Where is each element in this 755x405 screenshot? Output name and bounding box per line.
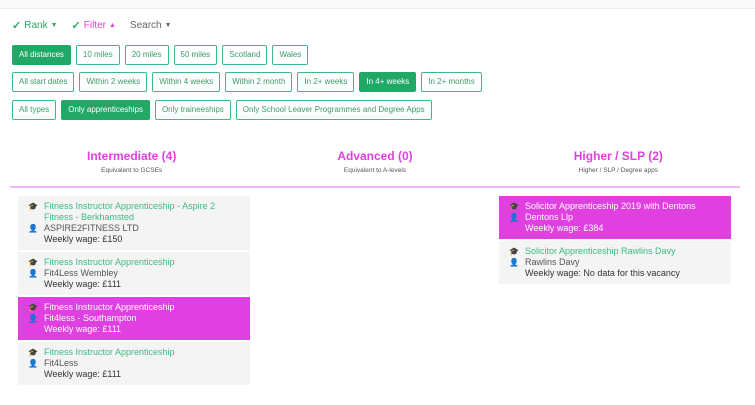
person-icon: 👤 <box>28 224 38 233</box>
column-header-intermediate: Intermediate (4) Equivalent to GCSEs <box>10 148 253 190</box>
column-subtitle: Higher / SLP / Degree apps <box>578 167 658 174</box>
vacancy-company: Fit4Less <box>44 358 79 368</box>
person-icon: 👤 <box>28 359 38 368</box>
column-title: Higher / SLP (2) <box>573 149 663 163</box>
column-subtitle: Equivalent to A-levels <box>343 167 407 174</box>
vacancy-company: ASPIRE2FITNESS LTD <box>44 223 139 233</box>
caret-up-icon: ▲ <box>108 21 116 29</box>
intermediate-list: 🎓 Fitness Instructor Apprenticeship - Asp… <box>18 196 250 387</box>
graduation-cap-icon: 🎓 <box>509 202 519 211</box>
rank-menu[interactable]: ✓ Rank ▼ <box>12 17 58 33</box>
vacancy-title[interactable]: Fitness Instructor Apprenticeship <box>44 347 175 358</box>
filter-menu[interactable]: ✓ Filter ▲ <box>72 17 116 33</box>
vacancy-wage: Weekly wage: £111 <box>44 324 122 334</box>
type-apprenticeships-button[interactable]: Only apprenticeships <box>61 100 150 120</box>
start-in-2-weeks-button[interactable]: In 2+ weeks <box>297 72 355 92</box>
vacancy-wage: Weekly wage: £150 <box>44 234 123 244</box>
vacancy-title[interactable]: Fitness Instructor Apprenticeship <box>44 302 175 313</box>
start-within-2-month-button[interactable]: Within 2 month <box>225 72 293 92</box>
graduation-cap-icon: 🎓 <box>28 202 38 211</box>
start-within-2-weeks-button[interactable]: Within 2 weeks <box>79 72 148 92</box>
caret-down-icon: ▼ <box>164 21 172 29</box>
vacancy-wage: Weekly wage: £384 <box>525 223 604 233</box>
graduation-cap-icon: 🎓 <box>28 303 38 312</box>
column-divider <box>10 186 740 188</box>
graduation-cap-icon: 🎓 <box>28 348 38 357</box>
vacancy-card[interactable]: 🎓 Solicitor Apprenticeship Rawlins Davy 👤… <box>499 241 731 286</box>
vacancy-card[interactable]: 🎓 Fitness Instructor Apprenticeship - Asp… <box>18 196 250 252</box>
column-subtitle: Equivalent to GCSEs <box>101 167 163 174</box>
column-title: Intermediate (4) <box>86 149 177 163</box>
search-menu[interactable]: Search ▼ <box>130 17 172 33</box>
vacancy-card[interactable]: 🎓 Fitness Instructor Apprenticeship 👤 Fit4… <box>18 342 250 387</box>
column-header-higher: Higher / SLP (2) Higher / SLP / Degree a… <box>497 148 740 190</box>
vacancy-card[interactable]: 🎓 Fitness Instructor Apprenticeship 👤 Fit4… <box>18 252 250 297</box>
column-title: Advanced (0) <box>337 149 413 163</box>
vacancy-company: Fit4less - Southampton <box>44 313 137 323</box>
type-filter-row: All types Only apprenticeships Only trai… <box>12 100 432 120</box>
person-icon: 👤 <box>509 258 519 267</box>
graduation-cap-icon: 🎓 <box>28 258 38 267</box>
start-in-2-months-button[interactable]: In 2+ months <box>421 72 482 92</box>
distance-10-button[interactable]: 10 miles <box>75 45 120 65</box>
check-icon: ✓ <box>12 19 22 32</box>
search-label: Search <box>129 19 162 31</box>
vacancy-title[interactable]: Fitness Instructor Apprenticeship <box>44 257 175 268</box>
person-icon: 👤 <box>28 314 38 323</box>
start-all-button[interactable]: All start dates <box>12 72 75 92</box>
start-in-4-weeks-button[interactable]: In 4+ weeks <box>359 72 417 92</box>
check-icon: ✓ <box>71 19 81 32</box>
column-headers: Intermediate (4) Equivalent to GCSEs Adv… <box>10 148 740 190</box>
vacancy-title[interactable]: Fitness Instructor Apprenticeship - Aspi… <box>44 201 242 223</box>
vacancy-card-highlighted[interactable]: 🎓 Solicitor Apprenticeship 2019 with Dent… <box>499 196 731 241</box>
vacancy-title[interactable]: Solicitor Apprenticeship 2019 with Dento… <box>525 201 696 212</box>
graduation-cap-icon: 🎓 <box>509 247 519 256</box>
higher-list: 🎓 Solicitor Apprenticeship 2019 with Dent… <box>499 196 731 286</box>
distance-wales-button[interactable]: Wales <box>272 45 309 65</box>
distance-all-button[interactable]: All distances <box>12 45 71 65</box>
distance-20-button[interactable]: 20 miles <box>124 45 169 65</box>
person-icon: 👤 <box>509 213 519 222</box>
caret-down-icon: ▼ <box>50 21 58 29</box>
vacancy-company: Dentons Llp <box>525 212 574 222</box>
column-header-advanced: Advanced (0) Equivalent to A-levels <box>253 148 496 190</box>
type-traineeships-button[interactable]: Only traineeships <box>154 100 231 120</box>
vacancy-wage: Weekly wage: £111 <box>44 279 122 289</box>
rank-label: Rank <box>24 19 48 31</box>
type-all-button[interactable]: All types <box>12 100 57 120</box>
start-within-4-weeks-button[interactable]: Within 4 weeks <box>152 72 221 92</box>
top-bar <box>0 0 755 9</box>
vacancy-company: Rawlins Davy <box>525 257 580 267</box>
vacancy-company: Fit4Less Wembley <box>44 268 118 278</box>
vacancy-card-highlighted[interactable]: 🎓 Fitness Instructor Apprenticeship 👤 Fit4… <box>18 297 250 342</box>
vacancy-wage: Weekly wage: No data for this vacancy <box>525 268 680 278</box>
distance-scotland-button[interactable]: Scotland <box>222 45 268 65</box>
start-date-filter-row: All start dates Within 2 weeks Within 4 … <box>12 72 482 92</box>
distance-filter-row: All distances 10 miles 20 miles 50 miles… <box>12 45 309 65</box>
toolbar: ✓ Rank ▼ ✓ Filter ▲ Search ▼ <box>12 17 172 33</box>
person-icon: 👤 <box>28 269 38 278</box>
vacancy-wage: Weekly wage: £111 <box>44 369 122 379</box>
type-school-leaver-button[interactable]: Only School Leaver Programmes and Degree… <box>235 100 432 120</box>
vacancy-title[interactable]: Solicitor Apprenticeship Rawlins Davy <box>525 246 676 257</box>
filter-label: Filter <box>83 19 106 31</box>
distance-50-button[interactable]: 50 miles <box>173 45 218 65</box>
